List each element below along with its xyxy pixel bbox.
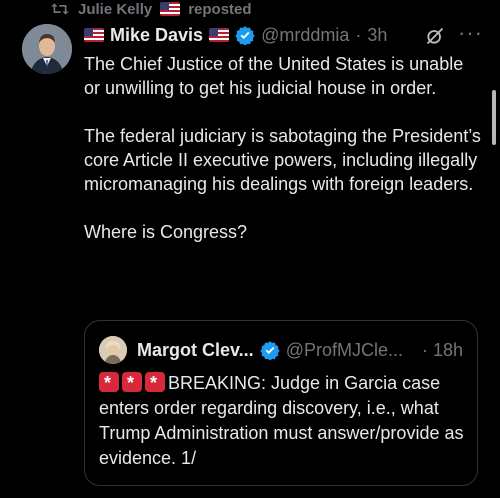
quote-time[interactable]: · 18h — [422, 340, 463, 361]
us-flag-icon — [209, 28, 230, 42]
grok-icon[interactable] — [425, 26, 445, 46]
author-name[interactable]: Mike Davis — [110, 25, 203, 46]
scrollbar-thumb[interactable] — [492, 90, 496, 145]
post-paragraph: Where is Congress? — [84, 222, 248, 242]
post-time[interactable]: 3h — [367, 25, 387, 46]
rotating-light-icon — [122, 371, 142, 396]
us-flag-icon — [160, 2, 181, 16]
verified-badge-icon[interactable] — [235, 25, 255, 46]
quote-author-name[interactable]: Margot Clev... — [137, 340, 254, 361]
repost-label: reposted — [188, 0, 252, 18]
quote-author-handle[interactable]: @ProfMJCle... — [286, 340, 403, 361]
post-paragraph: The Chief Justice of the United States i… — [84, 54, 464, 98]
quote-author-avatar[interactable] — [99, 336, 127, 364]
more-icon[interactable]: ··· — [458, 22, 482, 46]
post-body: The Chief Justice of the United States i… — [84, 52, 484, 244]
quote-body: BREAKING: Judge in Garcia case enters or… — [99, 371, 469, 471]
us-flag-icon — [84, 28, 104, 42]
author-handle[interactable]: @mrddmia — [261, 25, 349, 46]
rotating-light-icon — [145, 371, 165, 396]
separator-dot: · — [355, 24, 362, 45]
repost-context[interactable]: Julie Kelly reposted — [50, 0, 252, 20]
quote-header: Margot Clev... @ProfMJCle... · 18h — [99, 335, 463, 365]
author-avatar[interactable] — [22, 24, 72, 74]
rotating-light-icon — [99, 371, 119, 396]
verified-badge-icon[interactable] — [260, 340, 280, 361]
quoted-post[interactable]: Margot Clev... @ProfMJCle... · 18h BREAK… — [84, 320, 478, 486]
repost-user-name: Julie Kelly — [78, 0, 153, 18]
post-paragraph: The federal judiciary is sabotaging the … — [84, 126, 481, 194]
repost-icon — [50, 1, 70, 17]
